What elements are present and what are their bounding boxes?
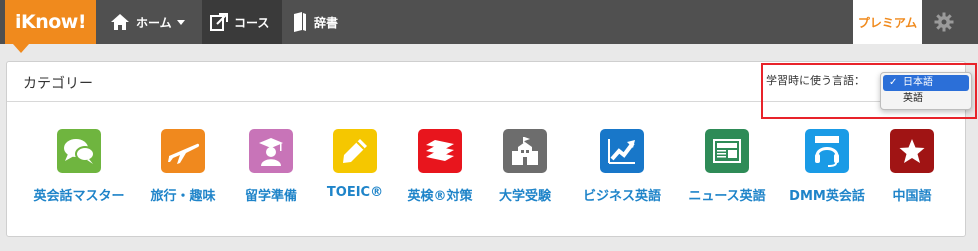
category-label: ビジネス英語 <box>582 189 661 204</box>
category-label: 英会話マスター <box>33 189 125 204</box>
panel-title: カテゴリー <box>23 76 93 92</box>
nav-course-label: コース <box>234 15 270 30</box>
nav-course[interactable]: コース <box>202 0 282 44</box>
headset-icon <box>805 129 849 173</box>
category-business-english[interactable]: ビジネス英語 <box>567 129 677 209</box>
home-icon <box>111 14 129 30</box>
books-icon <box>418 129 462 173</box>
school-building-icon <box>503 129 547 173</box>
dictionary-icon <box>294 12 306 32</box>
nav-dictionary[interactable]: 辞書 <box>288 0 358 44</box>
category-label: ニュース英語 <box>688 189 766 204</box>
premium-link[interactable]: プレミアム <box>853 0 922 44</box>
top-navigation-bar: iKnow! ホーム コース 辞書 プレミアム <box>0 0 978 53</box>
category-chinese[interactable]: 中国語 <box>857 129 967 209</box>
growth-chart-icon <box>600 129 644 173</box>
nav-home-label: ホーム <box>136 15 172 30</box>
category-label: 中国語 <box>892 189 932 204</box>
category-label: 大学受験 <box>498 189 551 204</box>
iknow-logo[interactable]: iKnow! <box>5 0 96 44</box>
star-icon <box>890 129 934 173</box>
category-news-english[interactable]: ニュース英語 <box>672 129 782 209</box>
newspaper-icon <box>705 129 749 173</box>
chevron-down-icon <box>176 19 185 25</box>
airplane-icon <box>161 129 205 173</box>
course-icon <box>210 13 228 31</box>
speech-bubbles-icon <box>57 129 101 173</box>
category-university-exam[interactable]: 大学受験 <box>470 129 580 209</box>
annotation-highlight-box <box>761 63 977 119</box>
category-eikaiwa-master[interactable]: 英会話マスター <box>24 129 134 209</box>
logo-pointer <box>13 44 29 53</box>
graduate-icon <box>249 129 293 173</box>
pencil-icon <box>333 129 377 173</box>
nav-dictionary-label: 辞書 <box>314 15 339 30</box>
settings-button[interactable] <box>922 0 966 44</box>
nav-home[interactable]: ホーム <box>110 0 202 44</box>
gear-icon <box>934 12 954 32</box>
